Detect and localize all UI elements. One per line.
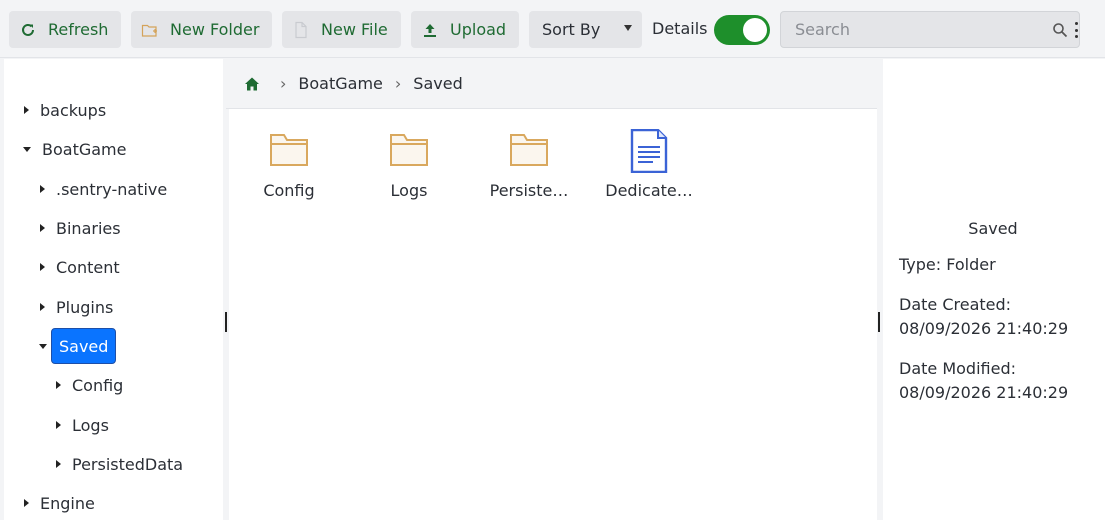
new-file-button[interactable]: New File: [282, 11, 401, 48]
tree-item-label: Saved: [51, 328, 117, 364]
details-panel: Saved Type: Folder Date Created: 08/09/2…: [883, 59, 1105, 520]
tree-item-label: Engine: [40, 493, 95, 513]
expand-icon[interactable]: [40, 263, 45, 271]
details-title: Saved: [968, 219, 1018, 238]
breadcrumb-saved[interactable]: Saved: [413, 74, 462, 93]
details-created-value: 08/09/2026 21:40:29: [899, 319, 1069, 338]
details-modified-label: Date Modified:: [899, 359, 1016, 378]
tree-item-persisteddata[interactable]: PersistedData: [56, 446, 190, 482]
new-file-icon: [292, 21, 310, 39]
new-folder-label: New Folder: [170, 20, 260, 39]
document-icon: [630, 129, 668, 173]
breadcrumb-separator: ›: [280, 74, 287, 93]
tree-item-label: PersistedData: [72, 454, 184, 474]
details-resize-handle[interactable]: [878, 312, 880, 332]
folder-tree: backups BoatGame .sentry-native Binaries…: [4, 59, 223, 520]
folder-icon: [510, 134, 548, 166]
collapse-icon[interactable]: [23, 146, 31, 152]
details-toggle[interactable]: [714, 15, 770, 45]
chevron-down-icon: [624, 25, 632, 31]
folder-icon: [270, 134, 308, 166]
details-modified-value: 08/09/2026 21:40:29: [899, 383, 1069, 402]
tree-item-label: Plugins: [56, 297, 114, 317]
tree-item-label: Config: [72, 375, 124, 395]
search-input[interactable]: [781, 12, 1041, 47]
breadcrumb-boatgame[interactable]: BoatGame: [298, 74, 382, 93]
tree-item-label: Logs: [72, 415, 109, 435]
refresh-label: Refresh: [48, 20, 109, 39]
tree-item-label: Content: [56, 257, 120, 277]
tree-item-plugins[interactable]: Plugins: [40, 289, 120, 325]
file-item-dedicated[interactable]: Dedicate…: [589, 129, 709, 200]
expand-icon[interactable]: [56, 460, 61, 468]
more-options-icon[interactable]: [1075, 22, 1079, 38]
new-folder-icon: [141, 21, 159, 39]
tree-item-binaries[interactable]: Binaries: [40, 210, 128, 246]
breadcrumb: › BoatGame › Saved: [226, 59, 877, 109]
tree-item-boatgame[interactable]: BoatGame: [23, 131, 133, 167]
tree-item-label: .sentry-native: [56, 179, 168, 199]
expand-icon[interactable]: [40, 185, 45, 193]
search-icon[interactable]: [1052, 22, 1068, 38]
tree-item-backups[interactable]: backups: [24, 92, 113, 128]
tree-item-content[interactable]: Content: [40, 249, 127, 285]
file-view: › BoatGame › Saved Config Logs Persiste……: [226, 59, 877, 520]
tree-item-logs[interactable]: Logs: [56, 407, 116, 443]
sidebar-resize-handle[interactable]: [225, 312, 227, 332]
tree-item-label: backups: [40, 100, 107, 120]
expand-icon[interactable]: [40, 303, 45, 311]
file-item-name: Logs: [390, 181, 428, 200]
refresh-icon: [19, 21, 37, 39]
new-folder-button[interactable]: New Folder: [131, 11, 272, 48]
tree-item-saved[interactable]: Saved: [39, 328, 117, 364]
new-file-label: New File: [321, 20, 388, 39]
sort-by-label: Sort By: [542, 20, 601, 39]
folder-icon: [390, 134, 428, 166]
tree-item-engine[interactable]: Engine: [24, 485, 102, 520]
file-item-name: Persiste…: [489, 181, 569, 200]
sort-by-dropdown[interactable]: Sort By: [529, 11, 642, 48]
expand-icon[interactable]: [24, 106, 29, 114]
breadcrumb-separator: ›: [394, 74, 402, 93]
details-created-label: Date Created:: [899, 295, 1012, 314]
details-type: Type: Folder: [899, 255, 996, 274]
toggle-knob: [743, 18, 767, 42]
collapse-icon[interactable]: [39, 343, 47, 349]
expand-icon[interactable]: [24, 499, 29, 507]
tree-item-sentry-native[interactable]: .sentry-native: [40, 171, 174, 207]
upload-icon: [421, 21, 439, 39]
expand-icon[interactable]: [56, 381, 61, 389]
file-item-config[interactable]: Config: [229, 129, 349, 200]
details-toggle-label: Details: [652, 19, 708, 38]
tree-item-label: Binaries: [56, 218, 121, 238]
home-icon[interactable]: [244, 76, 260, 92]
tree-item-label: BoatGame: [42, 139, 127, 159]
toolbar: Refresh New Folder New File Upload Sort …: [0, 0, 1105, 58]
file-item-logs[interactable]: Logs: [349, 129, 469, 200]
expand-icon[interactable]: [56, 421, 61, 429]
upload-button[interactable]: Upload: [411, 11, 519, 48]
refresh-button[interactable]: Refresh: [9, 11, 121, 48]
file-item-name: Dedicate…: [605, 181, 693, 200]
file-item-name: Config: [263, 181, 315, 200]
expand-icon[interactable]: [40, 224, 45, 232]
file-item-persisteddata[interactable]: Persiste…: [469, 129, 589, 200]
tree-item-config[interactable]: Config: [56, 367, 130, 403]
search-box: [780, 11, 1080, 48]
upload-label: Upload: [450, 20, 507, 39]
